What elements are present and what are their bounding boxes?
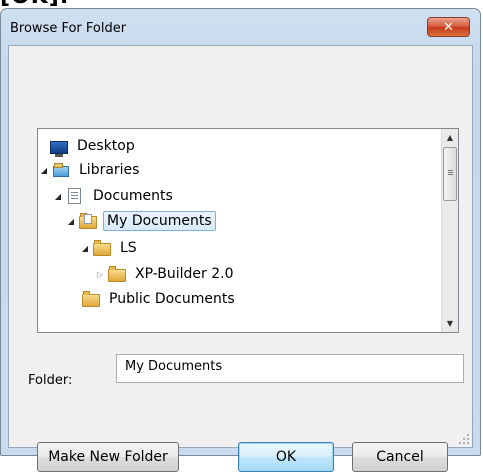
scroll-up-arrow-icon[interactable]: ▲ xyxy=(442,129,458,146)
resize-grip-icon[interactable] xyxy=(459,434,469,444)
scrollbar-thumb[interactable] xyxy=(443,147,457,201)
background-text: [OK]. xyxy=(0,0,69,8)
dialog-client-area: Desktop ◢ Libraries ◢ Documents ◢ My Doc… xyxy=(8,45,473,472)
folder-tree-view[interactable]: Desktop ◢ Libraries ◢ Documents ◢ My Doc… xyxy=(37,128,459,333)
scroll-down-arrow-icon[interactable]: ▼ xyxy=(442,315,458,332)
folder-icon xyxy=(108,266,126,282)
tree-item-label: XP-Builder 2.0 xyxy=(135,266,234,282)
tree-item-label: My Documents xyxy=(103,211,216,231)
tree-item-libraries[interactable]: ◢ Libraries xyxy=(38,158,142,182)
collapsed-triangle-icon[interactable]: ▷ xyxy=(94,270,106,279)
make-new-folder-button[interactable]: Make New Folder xyxy=(37,442,179,472)
tree-item-xp-builder[interactable]: ▷ XP-Builder 2.0 xyxy=(94,262,237,286)
expanded-triangle-icon[interactable]: ◢ xyxy=(52,192,64,201)
close-icon: ✕ xyxy=(443,19,454,35)
folder-icon xyxy=(79,213,97,229)
ok-button[interactable]: OK xyxy=(238,442,334,472)
title-bar[interactable]: Browse For Folder ✕ xyxy=(1,9,480,45)
folder-field-label: Folder: xyxy=(28,373,73,388)
document-library-icon xyxy=(66,188,84,204)
folder-name-input[interactable]: My Documents xyxy=(116,354,464,383)
expanded-triangle-icon[interactable]: ◢ xyxy=(65,217,77,226)
close-button[interactable]: ✕ xyxy=(427,17,470,37)
folder-icon xyxy=(93,240,111,256)
vertical-scrollbar[interactable]: ▲ ▼ xyxy=(441,129,458,332)
tree-item-ls[interactable]: ◢ LS xyxy=(79,236,140,260)
tree-item-label: Desktop xyxy=(77,138,135,154)
background-text-fragment: [OK]. xyxy=(0,0,483,8)
cancel-button[interactable]: Cancel xyxy=(352,442,448,472)
browse-for-folder-dialog: Browse For Folder ✕ Desktop ◢ Libraries … xyxy=(0,8,481,472)
expanded-triangle-icon[interactable]: ◢ xyxy=(38,166,50,175)
tree-item-label: Public Documents xyxy=(109,291,235,307)
tree-item-label: LS xyxy=(120,240,137,256)
tree-item-label: Libraries xyxy=(79,162,140,178)
dialog-title: Browse For Folder xyxy=(10,21,127,36)
tree-item-label: Documents xyxy=(93,188,173,204)
expanded-triangle-icon[interactable]: ◢ xyxy=(79,244,91,253)
libraries-icon xyxy=(52,162,70,178)
tree-item-documents[interactable]: ◢ Documents xyxy=(52,184,176,208)
desktop-icon xyxy=(50,140,68,157)
tree-item-desktop[interactable]: Desktop xyxy=(50,134,138,158)
folder-icon xyxy=(82,291,100,307)
tree-item-my-documents[interactable]: ◢ My Documents xyxy=(65,209,216,233)
tree-item-public-documents[interactable]: Public Documents xyxy=(82,287,238,311)
